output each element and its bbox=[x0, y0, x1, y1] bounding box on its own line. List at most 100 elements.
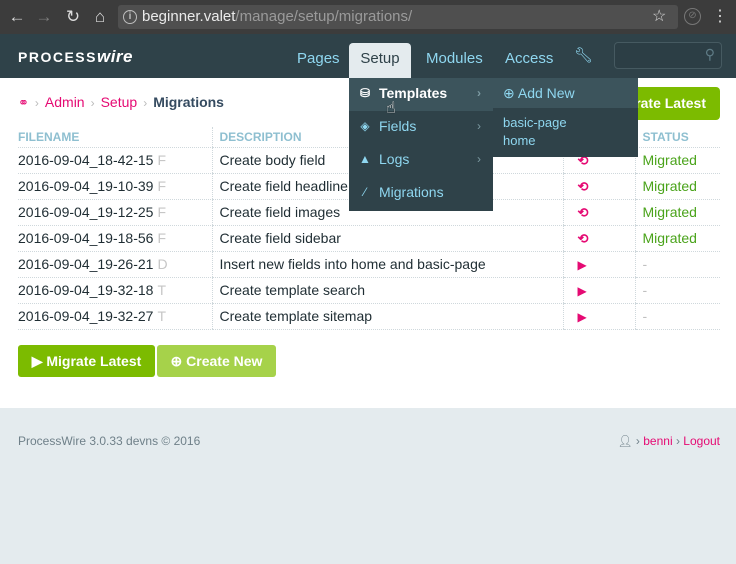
action-cell: ⟲ bbox=[562, 225, 635, 252]
type-text: F bbox=[157, 230, 167, 246]
templates-submenu: ⊕ Add New basic-page home bbox=[493, 78, 638, 157]
back-arrow-icon[interactable]: ← bbox=[6, 6, 28, 28]
menu-item-label: Fields bbox=[379, 118, 417, 134]
action-cell: ⟲ bbox=[562, 173, 635, 200]
home-icon[interactable]: ⌂ bbox=[89, 6, 111, 28]
status-cell: Migrated bbox=[634, 147, 720, 174]
revert-icon[interactable]: ⟲ bbox=[571, 205, 589, 220]
nav-setup[interactable]: Setup bbox=[349, 43, 411, 78]
submenu-item-home[interactable]: home bbox=[503, 133, 536, 148]
menu-item-templates[interactable]: ⛁ Templates › bbox=[349, 78, 493, 111]
revert-icon[interactable]: ⟲ bbox=[571, 179, 589, 194]
filename-cell: 2016-09-04_18-42-15 F bbox=[18, 147, 212, 174]
nav-pages[interactable]: Pages bbox=[287, 43, 350, 78]
forward-arrow-icon[interactable]: → bbox=[33, 6, 55, 28]
filename-cell: 2016-09-04_19-32-18 T bbox=[18, 277, 212, 304]
filename-text: 2016-09-04_19-32-27 bbox=[18, 308, 154, 324]
migrate-latest-label: Migrate Latest bbox=[46, 353, 142, 369]
status-cell: - bbox=[634, 251, 720, 278]
kebab-menu-icon[interactable]: ⋮ bbox=[712, 6, 728, 28]
play-icon[interactable]: ▶ bbox=[571, 258, 587, 272]
play-icon[interactable]: ▶ bbox=[571, 284, 587, 298]
status-cell: Migrated bbox=[634, 199, 720, 226]
filename-text: 2016-09-04_19-26-21 bbox=[18, 256, 154, 272]
wrench-icon[interactable]: 🔧︎ bbox=[574, 46, 593, 64]
status-cell: - bbox=[634, 277, 720, 304]
logout-link[interactable]: Logout bbox=[683, 434, 720, 448]
chevron-right-icon: › bbox=[477, 119, 481, 133]
status-text: Migrated bbox=[642, 230, 697, 246]
type-text: F bbox=[157, 178, 167, 194]
status-text: Migrated bbox=[642, 152, 697, 168]
templates-icon: ⛁ bbox=[359, 86, 371, 100]
nav-modules[interactable]: Modules bbox=[416, 43, 493, 78]
filename-cell: 2016-09-04_19-18-56 F bbox=[18, 225, 212, 252]
menu-item-logs[interactable]: ▲ Logs › bbox=[349, 144, 493, 177]
action-cell: ▶ bbox=[562, 277, 635, 304]
header-filename[interactable]: FILENAME bbox=[18, 127, 212, 148]
status-cell: Migrated bbox=[634, 225, 720, 252]
status-cell: Migrated bbox=[634, 173, 720, 200]
description-cell: Insert new fields into home and basic-pa… bbox=[211, 251, 563, 278]
table-row: 2016-09-04_19-32-27 T Create template site… bbox=[18, 303, 720, 330]
nav-access[interactable]: Access bbox=[495, 43, 563, 78]
type-text: D bbox=[157, 256, 168, 272]
status-text: - bbox=[642, 256, 648, 272]
breadcrumb: ⚭ › Admin › Setup › Migrations bbox=[18, 94, 224, 110]
status-text: - bbox=[642, 282, 648, 298]
filename-text: 2016-09-04_19-18-56 bbox=[18, 230, 154, 246]
menu-item-migrations[interactable]: ⁄ Migrations bbox=[349, 177, 493, 210]
add-new-label: Add New bbox=[517, 85, 575, 101]
type-text: T bbox=[157, 308, 167, 324]
filename-text: 2016-09-04_19-32-18 bbox=[18, 282, 154, 298]
page-title: Migrations bbox=[153, 94, 224, 110]
table-row: 2016-09-04_19-18-56 F Create field sidebar… bbox=[18, 225, 720, 252]
revert-icon[interactable]: ⟲ bbox=[571, 231, 589, 246]
star-icon[interactable]: ☆ bbox=[652, 5, 666, 29]
create-new-label: Create New bbox=[186, 353, 263, 369]
submenu-item-basic-page[interactable]: basic-page bbox=[503, 115, 567, 130]
url-path: /manage/setup/migrations/ bbox=[235, 8, 413, 25]
sitemap-icon[interactable]: ⚭ bbox=[18, 95, 29, 110]
filename-cell: 2016-09-04_19-26-21 D bbox=[18, 251, 212, 278]
description-cell: Create template sitemap bbox=[211, 303, 563, 330]
filename-text: 2016-09-04_19-10-39 bbox=[18, 178, 154, 194]
search-input[interactable]: ⚲ bbox=[614, 42, 722, 69]
setup-dropdown-menu: ⛁ Templates › ◈ Fields › ▲ Logs › ⁄ Migrations bbox=[349, 78, 493, 211]
table-row: 2016-09-04_19-32-18 T Create template sear… bbox=[18, 277, 720, 304]
extension-icon[interactable]: ⊘ bbox=[684, 8, 701, 25]
status-text: Migrated bbox=[642, 178, 697, 194]
info-icon[interactable]: i bbox=[123, 10, 137, 24]
tree-icon: ▲ bbox=[359, 152, 371, 166]
description-cell: Create template search bbox=[211, 277, 563, 304]
hand-cursor-icon: ☝︎ bbox=[386, 100, 396, 117]
create-new-button[interactable]: ⊕ Create New bbox=[157, 345, 276, 377]
filename-cell: 2016-09-04_19-12-25 F bbox=[18, 199, 212, 226]
action-cell: ⟲ bbox=[562, 199, 635, 226]
search-icon: ⚲ bbox=[704, 46, 715, 62]
header-status[interactable]: STATUS bbox=[634, 127, 720, 148]
menu-item-label: Logs bbox=[379, 151, 410, 167]
plus-circle-icon: ⊕ bbox=[503, 85, 515, 101]
migrate-latest-button[interactable]: ▶ Migrate Latest bbox=[18, 345, 155, 377]
logo-accent: wire bbox=[96, 47, 133, 66]
submenu-add-new[interactable]: ⊕ Add New bbox=[493, 78, 638, 108]
menu-item-fields[interactable]: ◈ Fields › bbox=[349, 111, 493, 144]
breadcrumb-setup[interactable]: Setup bbox=[101, 94, 138, 110]
breadcrumb-admin[interactable]: Admin bbox=[45, 94, 85, 110]
status-text: Migrated bbox=[642, 204, 697, 220]
logo-main: PROCESS bbox=[18, 49, 97, 65]
play-icon[interactable]: ▶ bbox=[571, 310, 587, 324]
url-host: beginner.valet bbox=[142, 8, 236, 25]
filename-text: 2016-09-04_18-42-15 bbox=[18, 152, 154, 168]
filename-cell: 2016-09-04_19-10-39 F bbox=[18, 173, 212, 200]
user-link[interactable]: benni bbox=[643, 434, 672, 448]
reload-icon[interactable]: ↻ bbox=[62, 6, 84, 28]
status-text: - bbox=[642, 308, 648, 324]
processwire-logo[interactable]: PROCESSwire bbox=[18, 47, 133, 67]
browser-toolbar: ← → ↻ ⌂ i beginner.valet/manage/setup/mig… bbox=[0, 0, 736, 34]
filename-text: 2016-09-04_19-12-25 bbox=[18, 204, 154, 220]
type-text: F bbox=[157, 152, 167, 168]
address-bar[interactable]: i beginner.valet/manage/setup/migrations/… bbox=[118, 5, 678, 29]
table-row: 2016-09-04_19-26-21 D Insert new fields in… bbox=[18, 251, 720, 278]
